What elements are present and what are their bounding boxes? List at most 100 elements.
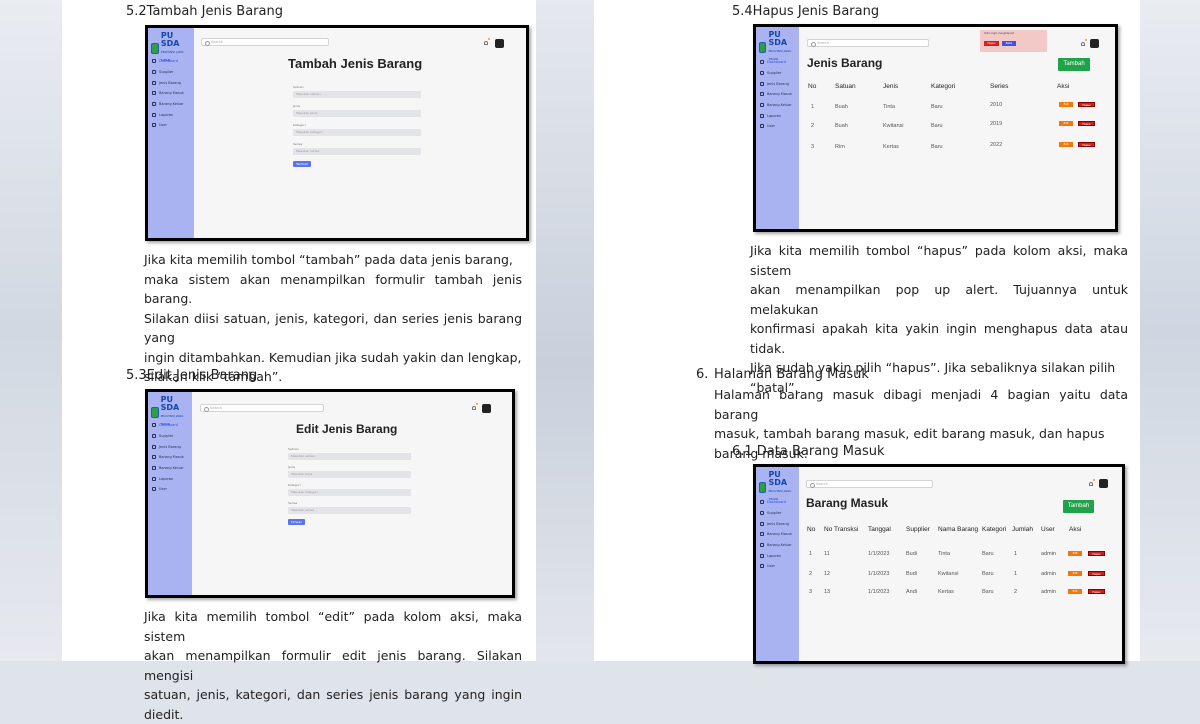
bell-icon <box>484 41 488 45</box>
edit-button: Edit <box>1068 551 1082 556</box>
mini-sidebar: PU SDA PROVINSI JAWA TIMUR Dashboard Supp… <box>756 27 799 229</box>
table-cell: 2 <box>809 571 813 577</box>
form-input: Masukan kategori <box>288 489 411 496</box>
screenshot-tambah-jenis-barang: PU SDA PROVINSI JAWA TIMUR Dashboard Supp… <box>145 25 529 241</box>
form-input: Masukan Jenis <box>293 110 421 117</box>
menu-item-jenis-barang: Jenis Barang <box>152 441 184 452</box>
menu-item-laporan: Laporan <box>760 110 792 121</box>
avatar <box>495 39 504 48</box>
table-cell: 1 <box>811 104 815 110</box>
table-cell: Baru <box>982 551 994 557</box>
form-input: Masukan satuan <box>288 453 411 460</box>
mini-menu: Dashboard Supplier Jenis Barang Barang M… <box>760 497 792 572</box>
menu-item-barang-masuk: Barang Masuk <box>152 88 184 99</box>
avatar <box>1099 479 1108 488</box>
menu-item-dashboard: Dashboard <box>760 497 792 508</box>
form-input: Masukan satuan <box>293 91 421 98</box>
submit-button: Simpan <box>288 519 305 525</box>
menu-item-laporan: Laporan <box>760 550 792 561</box>
screenshot-barang-masuk: PU SDA PROVINSI JAWA TIMUR Dashboard Supp… <box>753 464 1125 664</box>
document-page-right: 5.4Hapus Jenis Barang PU SDA PROVINSI JAW… <box>594 0 1140 664</box>
edit-button: Edit <box>1068 571 1082 576</box>
menu-item-barang-masuk: Barang Masuk <box>760 89 792 100</box>
table-cell: Andi <box>906 589 918 595</box>
menu-item-user: User <box>760 121 792 132</box>
section-heading-6: Halaman Barang Masuk <box>714 367 869 382</box>
menu-item-jenis-barang: Jenis Barang <box>152 77 184 88</box>
table-cell: Kwitansi <box>938 571 959 577</box>
paragraph-5-2: Jika kita memilih tombol “tambah” pada d… <box>144 252 522 384</box>
table-title: Barang Masuk <box>806 496 889 510</box>
column-header: Supplier <box>906 526 930 533</box>
edit-button: Edit <box>1068 589 1082 594</box>
table-cell: Buah <box>835 123 848 129</box>
column-header: Tanggal <box>868 526 891 533</box>
field-label: Jenis <box>288 465 296 469</box>
document-page-left: 5.2Tambah Jenis Barang PU SDA PROVINSI JA… <box>62 0 536 722</box>
mini-search-input: Search <box>806 480 933 488</box>
notification-dot <box>476 403 478 405</box>
tambah-button: Tambah <box>1063 500 1094 513</box>
mini-menu: Dashboard Supplier Jenis Barang Barang M… <box>152 420 184 495</box>
column-header: User <box>1041 526 1055 533</box>
table-cell: Budi <box>906 571 918 577</box>
bell-icon <box>472 406 476 410</box>
column-header: No <box>808 83 817 90</box>
column-header: Nama Barang <box>938 526 979 533</box>
table-cell: admin <box>1041 551 1056 557</box>
mini-menu: Dashboard Supplier Jenis Barang Barang M… <box>152 56 184 131</box>
menu-item-user: User <box>760 561 792 572</box>
menu-item-jenis-barang: Jenis Barang <box>760 78 792 89</box>
form-input: Masukan series <box>293 148 421 155</box>
menu-item-laporan: Laporan <box>152 109 184 120</box>
avatar <box>482 404 491 413</box>
column-header: Jenis <box>883 83 899 90</box>
section-heading-5-3: 5.3Edit Jenis Barang <box>126 368 258 383</box>
table-cell: Baru <box>931 104 943 110</box>
menu-item-barang-masuk: Barang Masuk <box>152 452 184 463</box>
table-cell: Kertas <box>938 589 954 595</box>
menu-item-supplier: Supplier <box>760 508 792 519</box>
table-cell: 3 <box>809 589 813 595</box>
column-header: Aksi <box>1069 526 1082 533</box>
table-cell: 2010 <box>990 102 1003 108</box>
menu-item-barang-keluar: Barang Keluar <box>152 463 184 474</box>
menu-item-user: User <box>152 484 184 495</box>
table-cell: 2 <box>1014 589 1018 595</box>
form-input: Masukan Jenis <box>288 471 411 478</box>
menu-item-laporan: Laporan <box>152 473 184 484</box>
field-label: Satuan <box>288 447 299 451</box>
mini-search-input: Search <box>201 38 329 46</box>
notification-dot <box>1085 39 1087 41</box>
hapus-button: Hapus <box>1088 551 1105 556</box>
screenshot-hapus-jenis-barang: PU SDA PROVINSI JAWA TIMUR Dashboard Supp… <box>753 24 1118 232</box>
notification-dot <box>1093 479 1095 481</box>
paragraph-5-3: Jika kita memilih tombol “edit” pada kol… <box>144 609 522 722</box>
column-header: Aksi <box>1057 83 1070 90</box>
table-cell: 1/1/2023 <box>868 551 890 557</box>
table-cell: 1 <box>1014 571 1018 577</box>
submit-button: Tambah <box>293 161 311 167</box>
form-input: Masukan kategori <box>293 129 421 136</box>
table-cell: 13 <box>824 589 831 595</box>
background-gutter <box>536 0 594 661</box>
notification-dot <box>488 38 490 40</box>
hapus-button: Hapus <box>1088 571 1105 576</box>
table-cell: 3 <box>811 144 815 150</box>
popup-alert: Yakin ingin menghapus? Hapus Batal <box>980 30 1047 52</box>
table-cell: 1/1/2023 <box>868 571 890 577</box>
avatar <box>1090 39 1099 48</box>
menu-item-supplier: Supplier <box>152 67 184 78</box>
table-cell: 11 <box>824 551 830 557</box>
field-label: Series <box>288 501 298 505</box>
column-header: No <box>807 526 816 533</box>
table-cell: 1/1/2023 <box>868 589 890 595</box>
edit-button: Edit <box>1059 102 1073 107</box>
menu-item-supplier: Supplier <box>760 68 792 79</box>
form-title: Edit Jenis Barang <box>296 422 398 436</box>
field-label: Jenis <box>293 104 301 108</box>
table-cell: Budi <box>906 551 918 557</box>
column-header: Satuan <box>835 83 856 90</box>
table-cell: Baru <box>931 144 943 150</box>
column-header: Jumlah <box>1012 526 1033 533</box>
